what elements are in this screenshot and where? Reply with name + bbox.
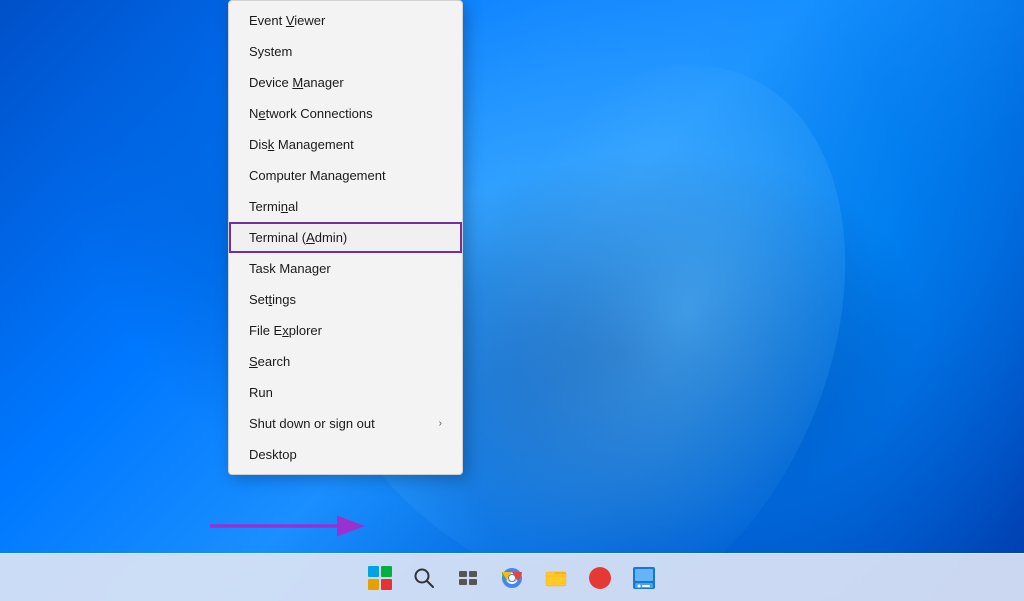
menu-item-shut-down[interactable]: Shut down or sign out › (229, 408, 462, 439)
app-icon-6[interactable] (624, 558, 664, 598)
menu-item-system[interactable]: System (229, 36, 462, 67)
menu-item-event-viewer[interactable]: Event Viewer (229, 5, 462, 36)
menu-item-label: File Explorer (249, 323, 322, 338)
taskbar-icon-group: 💋 (360, 558, 664, 598)
menu-item-label: Network Connections (249, 106, 373, 121)
menu-item-label: Desktop (249, 447, 297, 462)
menu-item-run[interactable]: Run (229, 377, 462, 408)
menu-item-label: Terminal (Admin) (249, 230, 347, 245)
menu-item-disk-management[interactable]: Disk Management (229, 129, 462, 160)
file-explorer-button[interactable] (536, 558, 576, 598)
menu-item-label: Computer Management (249, 168, 386, 183)
submenu-arrow-icon: › (439, 418, 442, 429)
menu-item-file-explorer[interactable]: File Explorer (229, 315, 462, 346)
arrow-annotation (200, 506, 380, 546)
menu-item-terminal-admin[interactable]: Terminal (Admin) (229, 222, 462, 253)
svg-text:💋: 💋 (591, 570, 608, 587)
menu-item-label: Disk Management (249, 137, 354, 152)
menu-item-label: Terminal (249, 199, 298, 214)
menu-item-label: Run (249, 385, 273, 400)
search-taskbar-button[interactable] (404, 558, 444, 598)
menu-item-settings[interactable]: Settings (229, 284, 462, 315)
task-view-icon (457, 567, 479, 589)
search-icon (413, 567, 435, 589)
taskbar: 💋 (0, 553, 1024, 601)
app-icon-5[interactable]: 💋 (580, 558, 620, 598)
menu-item-device-manager[interactable]: Device Manager (229, 67, 462, 98)
file-explorer-icon (544, 566, 568, 590)
menu-item-task-manager[interactable]: Task Manager (229, 253, 462, 284)
menu-item-label: Shut down or sign out (249, 416, 375, 431)
context-menu: Event Viewer System Device Manager Netwo… (228, 0, 463, 475)
menu-item-label: Task Manager (249, 261, 331, 276)
chrome-button[interactable] (492, 558, 532, 598)
desktop-background (0, 0, 1024, 601)
start-button[interactable] (360, 558, 400, 598)
menu-item-label: Event Viewer (249, 13, 325, 28)
menu-item-label: Search (249, 354, 290, 369)
menu-item-label: Device Manager (249, 75, 344, 90)
task-view-button[interactable] (448, 558, 488, 598)
app-5-icon: 💋 (588, 566, 612, 590)
menu-item-label: System (249, 44, 292, 59)
menu-item-label: Settings (249, 292, 296, 307)
menu-item-desktop[interactable]: Desktop (229, 439, 462, 470)
menu-item-network-connections[interactable]: Network Connections (229, 98, 462, 129)
app-6-icon (632, 566, 656, 590)
annotation-arrow-svg (200, 506, 380, 546)
windows-logo-icon (368, 566, 392, 590)
menu-item-terminal[interactable]: Terminal (229, 191, 462, 222)
menu-item-computer-management[interactable]: Computer Management (229, 160, 462, 191)
chrome-icon (500, 566, 524, 590)
menu-item-search[interactable]: Search (229, 346, 462, 377)
